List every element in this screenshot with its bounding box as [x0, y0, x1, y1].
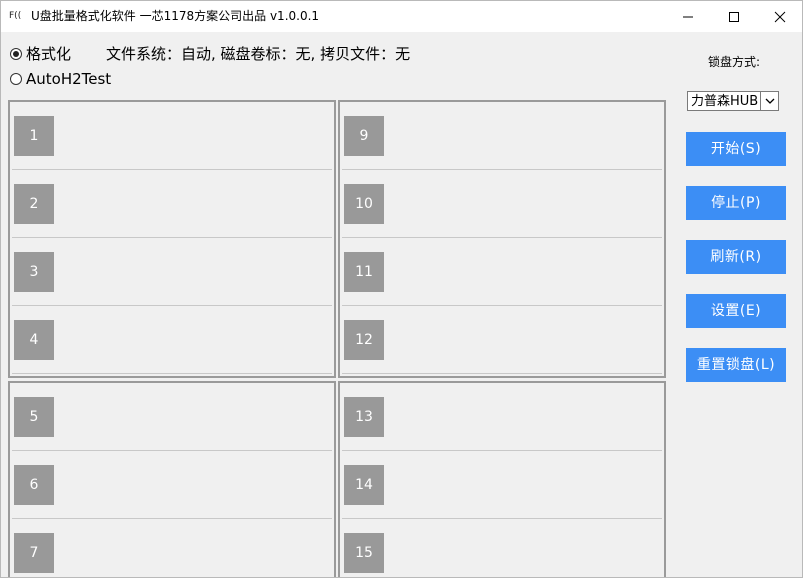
- reset-lock-button[interactable]: 重置锁盘(L): [686, 348, 786, 382]
- port-number: 15: [344, 533, 384, 573]
- stop-button[interactable]: 停止(P): [686, 186, 786, 220]
- port-number: 14: [344, 465, 384, 505]
- port-slot[interactable]: 6: [10, 451, 334, 519]
- port-number: 2: [14, 184, 54, 224]
- port-slot[interactable]: 14: [340, 451, 664, 519]
- port-group-4: 13 14 15: [338, 381, 666, 577]
- port-slot[interactable]: 2: [10, 170, 334, 238]
- chevron-down-icon: [765, 98, 774, 104]
- port-slot[interactable]: 5: [10, 383, 334, 451]
- port-slot[interactable]: 4: [10, 306, 334, 374]
- port-number: 4: [14, 320, 54, 360]
- port-number: 5: [14, 397, 54, 437]
- port-number: 6: [14, 465, 54, 505]
- slot-divider: [342, 373, 662, 374]
- port-slot[interactable]: 9: [340, 102, 664, 170]
- lock-method-value: 力普森HUB: [691, 94, 759, 109]
- format-info-text: 文件系统：自动, 磁盘卷标：无, 拷贝文件：无: [106, 45, 411, 63]
- port-slot[interactable]: 11: [340, 238, 664, 306]
- format-label: 格式化: [26, 45, 72, 63]
- format-option[interactable]: 格式化: [10, 45, 71, 63]
- port-slot[interactable]: 7: [10, 519, 334, 577]
- port-number: 7: [14, 533, 54, 573]
- title-bar[interactable]: F(( U盘批量格式化软件 一芯1178方案公司出品 v1.0.0.1: [1, 1, 802, 32]
- maximize-button[interactable]: [711, 1, 757, 32]
- port-number: 13: [344, 397, 384, 437]
- port-slot[interactable]: 3: [10, 238, 334, 306]
- start-button[interactable]: 开始(S): [686, 132, 786, 166]
- port-group-1: 1 2 3 4: [8, 100, 336, 378]
- close-icon: [774, 11, 786, 22]
- port-slot[interactable]: 10: [340, 170, 664, 238]
- port-number: 10: [344, 184, 384, 224]
- autoh2test-option[interactable]: AutoH2Test: [10, 70, 111, 88]
- port-slot[interactable]: 12: [340, 306, 664, 374]
- lock-method-label: 锁盘方式:: [708, 55, 761, 69]
- maximize-icon: [729, 11, 739, 22]
- minimize-button[interactable]: [665, 1, 711, 32]
- format-radio[interactable]: [10, 48, 22, 60]
- close-button[interactable]: [757, 1, 802, 32]
- slot-divider: [12, 373, 332, 374]
- autoh2test-radio[interactable]: [10, 73, 22, 85]
- port-number: 9: [344, 116, 384, 156]
- port-slot[interactable]: 15: [340, 519, 664, 577]
- settings-button[interactable]: 设置(E): [686, 294, 786, 328]
- port-number: 1: [14, 116, 54, 156]
- lock-method-select[interactable]: 力普森HUB: [687, 91, 779, 111]
- port-number: 12: [344, 320, 384, 360]
- port-number: 3: [14, 252, 54, 292]
- minimize-icon: [683, 16, 693, 17]
- dropdown-arrow[interactable]: [760, 92, 778, 110]
- port-group-3: 5 6 7: [8, 381, 336, 577]
- port-number: 11: [344, 252, 384, 292]
- refresh-button[interactable]: 刷新(R): [686, 240, 786, 274]
- autoh2test-label: AutoH2Test: [26, 70, 112, 88]
- window-title: U盘批量格式化软件 一芯1178方案公司出品 v1.0.0.1: [31, 9, 320, 23]
- port-slot[interactable]: 13: [340, 383, 664, 451]
- port-group-2: 9 10 11 12: [338, 100, 666, 378]
- port-slot[interactable]: 1: [10, 102, 334, 170]
- app-logo-icon: F((: [9, 11, 22, 21]
- app-window: F(( U盘批量格式化软件 一芯1178方案公司出品 v1.0.0.1 格式化 …: [0, 0, 803, 578]
